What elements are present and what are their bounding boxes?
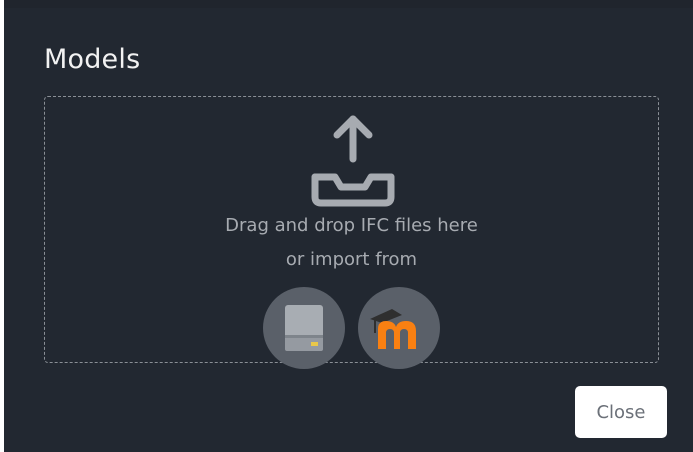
hard-drive-icon bbox=[285, 305, 323, 351]
ifc-dropzone[interactable]: Drag and drop IFC files here or import f… bbox=[44, 96, 659, 369]
dialog-title: Models bbox=[44, 44, 141, 75]
import-local-button[interactable] bbox=[263, 287, 345, 369]
models-dialog: Models Drag and drop IFC files here or i… bbox=[4, 8, 693, 452]
dropzone-instruction: Drag and drop IFC files here bbox=[225, 215, 478, 236]
close-button[interactable]: Close bbox=[575, 386, 667, 438]
import-moodle-button[interactable] bbox=[358, 287, 440, 369]
upload-tray-icon bbox=[311, 115, 395, 207]
dropzone-import-hint: or import from bbox=[285, 249, 418, 270]
moodle-logo-icon bbox=[370, 309, 416, 349]
